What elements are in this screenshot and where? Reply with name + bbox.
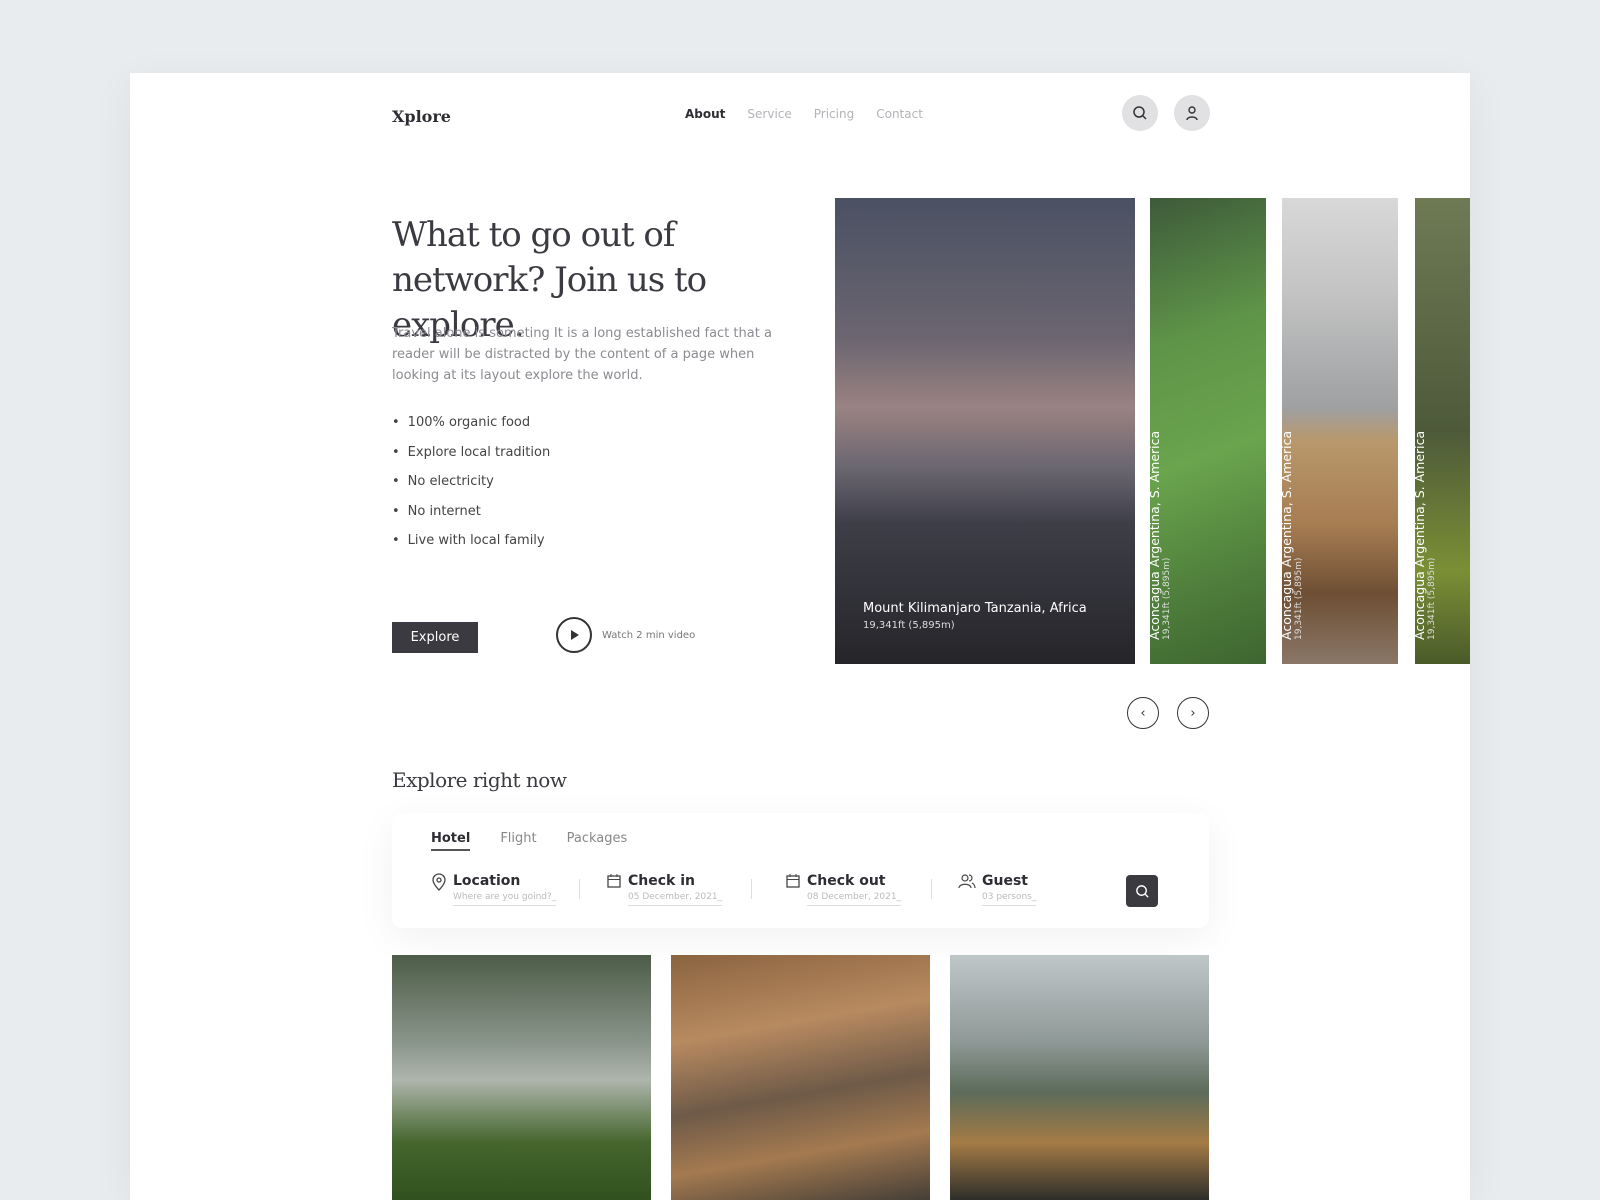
slide-card[interactable]: Aconcagua Argentina, S. America 19,341ft … — [1150, 198, 1266, 664]
user-icon — [1186, 106, 1198, 121]
watch-video-button[interactable]: Watch 2 min video — [556, 617, 695, 653]
slide-title: Aconcagua Argentina, S. America — [1150, 430, 1162, 640]
destination-photo-waterfall-forest[interactable] — [392, 955, 651, 1200]
check-in-input[interactable]: 05 December, 2021_ — [628, 892, 723, 906]
nav-service[interactable]: Service — [747, 107, 791, 121]
booking-search-panel: Hotel Flight Packages Location Where are … — [392, 813, 1209, 928]
tab-packages[interactable]: Packages — [567, 831, 628, 851]
slide-height: 19,341ft (5,895m) — [1294, 557, 1304, 640]
feature-list: 100% organic food Explore local traditio… — [392, 415, 551, 563]
calendar-icon — [786, 874, 800, 888]
tab-hotel[interactable]: Hotel — [431, 831, 471, 851]
list-item: No internet — [392, 504, 550, 534]
divider — [751, 879, 752, 899]
check-out-input[interactable]: 08 December, 2021_ — [807, 892, 902, 906]
field-label: Check in — [628, 873, 695, 889]
guest-field[interactable]: Guest 03 persons_ — [958, 873, 1037, 906]
search-submit-button[interactable] — [1126, 875, 1158, 907]
profile-button[interactable] — [1174, 95, 1210, 131]
slide-height: 19,341ft (5,895m) — [1427, 557, 1437, 640]
section-title: Explore right now — [392, 768, 567, 792]
search-button[interactable] — [1122, 95, 1158, 131]
slide-height: 19,341ft (5,895m) — [863, 620, 955, 631]
users-icon — [958, 874, 976, 889]
location-input[interactable]: Where are you goind?_ — [453, 892, 557, 906]
list-item: 100% organic food — [392, 415, 550, 445]
slide-title: Aconcagua Argentina, S. America — [1282, 430, 1294, 640]
main-nav: About Service Pricing Contact — [685, 107, 923, 121]
list-item: Explore local tradition — [392, 445, 551, 475]
chevron-left-icon: ‹ — [1140, 705, 1146, 721]
nav-about[interactable]: About — [685, 107, 725, 121]
slide-title: Mount Kilimanjaro Tanzania, Africa — [863, 601, 1087, 616]
slide-card[interactable]: Aconcagua Argentina, S. America 19,341ft … — [1282, 198, 1398, 664]
chevron-right-icon: › — [1190, 705, 1196, 721]
slide-title: Aconcagua Argentina, S. America — [1415, 430, 1427, 640]
explore-button[interactable]: Explore — [392, 622, 478, 653]
nav-pricing[interactable]: Pricing — [814, 107, 854, 121]
list-item: Live with local family — [392, 533, 550, 563]
destination-photo-waterfall-cliff[interactable] — [950, 955, 1209, 1200]
location-field[interactable]: Location Where are you goind?_ — [431, 873, 557, 906]
divider — [579, 879, 580, 899]
list-item: No electricity — [392, 474, 550, 504]
next-slide-button[interactable]: › — [1177, 697, 1209, 729]
prev-slide-button[interactable]: ‹ — [1127, 697, 1159, 729]
hero-description: Travel alone is someting It is a long es… — [392, 326, 772, 383]
check-in-field[interactable]: Check in 05 December, 2021_ — [606, 873, 723, 906]
field-label: Location — [453, 873, 521, 889]
field-label: Guest — [982, 873, 1028, 889]
play-icon — [556, 617, 592, 653]
search-icon — [1135, 884, 1149, 898]
slide-card[interactable]: Aconcagua Argentina, S. America 19,341ft … — [1415, 198, 1470, 664]
location-pin-icon — [432, 873, 446, 891]
tab-flight[interactable]: Flight — [500, 831, 536, 851]
search-icon — [1133, 106, 1147, 120]
logo[interactable]: Xplore — [392, 107, 451, 126]
check-out-field[interactable]: Check out 08 December, 2021_ — [785, 873, 902, 906]
video-label: Watch 2 min video — [602, 629, 696, 641]
page: Xplore About Service Pricing Contact Wha… — [130, 73, 1470, 1200]
calendar-icon — [607, 874, 621, 888]
field-label: Check out — [807, 873, 886, 889]
nav-contact[interactable]: Contact — [876, 107, 923, 121]
slide-card[interactable]: Mount Kilimanjaro Tanzania, Africa 19,34… — [835, 198, 1135, 664]
divider — [931, 879, 932, 899]
destination-photo-canyon[interactable] — [671, 955, 930, 1200]
slide-height: 19,341ft (5,895m) — [1162, 557, 1172, 640]
guest-input[interactable]: 03 persons_ — [982, 892, 1037, 906]
